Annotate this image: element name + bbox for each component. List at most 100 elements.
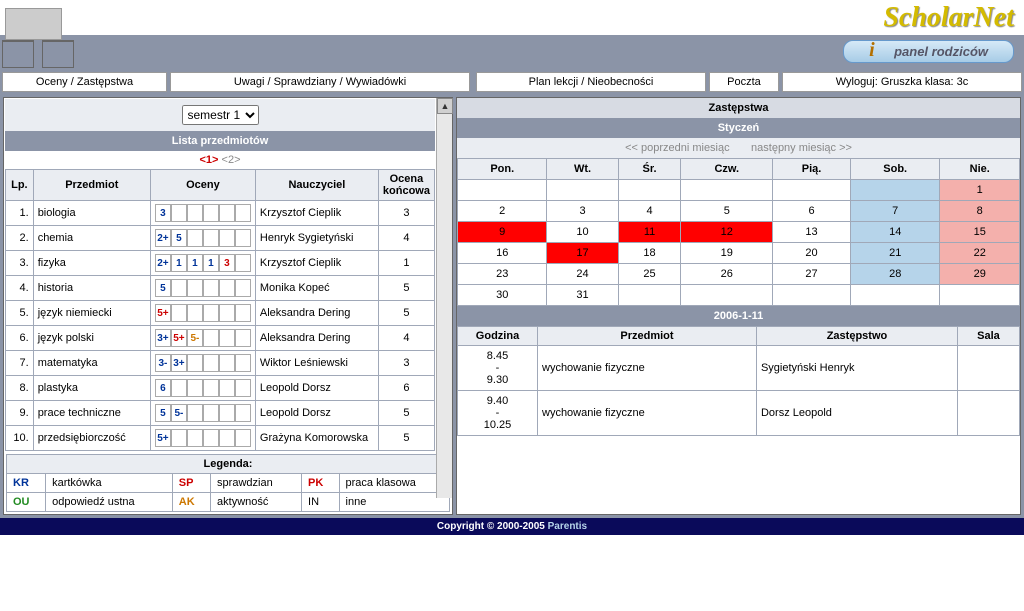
- grade-box[interactable]: 3: [155, 204, 171, 222]
- grade-box[interactable]: [203, 404, 219, 422]
- cal-day[interactable]: 12: [681, 222, 773, 243]
- grade-box[interactable]: [187, 354, 203, 372]
- nav-mail[interactable]: Poczta: [709, 72, 779, 92]
- grade-box[interactable]: [171, 429, 187, 447]
- grade-box[interactable]: [219, 354, 235, 372]
- cal-day[interactable]: 7: [850, 201, 939, 222]
- cal-day[interactable]: 10: [547, 222, 618, 243]
- grade-box[interactable]: [203, 304, 219, 322]
- prev-month[interactable]: << poprzedni miesiąc: [625, 142, 730, 154]
- grade-box[interactable]: [203, 229, 219, 247]
- grade-box[interactable]: [219, 229, 235, 247]
- grade-box[interactable]: [203, 329, 219, 347]
- nav-logout[interactable]: Wyloguj: Gruszka klasa: 3c: [782, 72, 1022, 92]
- grade-box[interactable]: [187, 404, 203, 422]
- cal-day[interactable]: 1: [940, 180, 1020, 201]
- grade-box[interactable]: [219, 404, 235, 422]
- grade-box[interactable]: [203, 204, 219, 222]
- grade-box[interactable]: [187, 279, 203, 297]
- nav-plan[interactable]: Plan lekcji / Nieobecności: [476, 72, 706, 92]
- nav-grades[interactable]: Oceny / Zastępstwa: [2, 72, 167, 92]
- grade-box[interactable]: [235, 379, 251, 397]
- cal-day[interactable]: 11: [618, 222, 681, 243]
- cal-day[interactable]: 27: [773, 264, 851, 285]
- grade-box[interactable]: [235, 329, 251, 347]
- grade-box[interactable]: 5: [171, 229, 187, 247]
- grade-box[interactable]: [203, 429, 219, 447]
- grade-box[interactable]: 5: [155, 279, 171, 297]
- grade-box[interactable]: [203, 379, 219, 397]
- cal-day[interactable]: 23: [458, 264, 547, 285]
- nav-notes[interactable]: Uwagi / Sprawdziany / Wywiadówki: [170, 72, 470, 92]
- grade-box[interactable]: 5+: [155, 304, 171, 322]
- grade-box[interactable]: [235, 254, 251, 272]
- grade-box[interactable]: [235, 404, 251, 422]
- cal-day[interactable]: 26: [681, 264, 773, 285]
- grade-box[interactable]: 2+: [155, 254, 171, 272]
- grade-box[interactable]: 5+: [155, 429, 171, 447]
- grade-box[interactable]: [235, 204, 251, 222]
- cal-day[interactable]: 13: [773, 222, 851, 243]
- cal-day[interactable]: 4: [618, 201, 681, 222]
- grade-box[interactable]: [203, 279, 219, 297]
- grade-box[interactable]: [187, 204, 203, 222]
- grade-box[interactable]: [171, 279, 187, 297]
- grade-box[interactable]: [235, 429, 251, 447]
- cal-day[interactable]: 5: [681, 201, 773, 222]
- cal-day[interactable]: 3: [547, 201, 618, 222]
- cal-day[interactable]: 20: [773, 243, 851, 264]
- cal-day[interactable]: 29: [940, 264, 1020, 285]
- cal-day[interactable]: 16: [458, 243, 547, 264]
- grade-box[interactable]: [187, 379, 203, 397]
- grade-box[interactable]: [219, 429, 235, 447]
- cal-day[interactable]: 30: [458, 285, 547, 306]
- grade-box[interactable]: 6: [155, 379, 171, 397]
- cal-day[interactable]: 17: [547, 243, 618, 264]
- grade-box[interactable]: [219, 379, 235, 397]
- grade-box[interactable]: [235, 304, 251, 322]
- grade-box[interactable]: [235, 354, 251, 372]
- grade-box[interactable]: [171, 304, 187, 322]
- grade-box[interactable]: 5+: [171, 329, 187, 347]
- grade-box[interactable]: 3-: [155, 354, 171, 372]
- cal-day[interactable]: 14: [850, 222, 939, 243]
- next-month[interactable]: następny miesiąc >>: [751, 142, 852, 154]
- grade-box[interactable]: [171, 204, 187, 222]
- grade-box[interactable]: [187, 304, 203, 322]
- cal-day[interactable]: 6: [773, 201, 851, 222]
- grade-box[interactable]: 5: [155, 404, 171, 422]
- pager-2[interactable]: <2>: [222, 154, 241, 166]
- grade-box[interactable]: 5-: [187, 329, 203, 347]
- grade-box[interactable]: 1: [187, 254, 203, 272]
- cal-day[interactable]: 21: [850, 243, 939, 264]
- cal-day[interactable]: 24: [547, 264, 618, 285]
- grade-box[interactable]: 3: [219, 254, 235, 272]
- cal-day[interactable]: 28: [850, 264, 939, 285]
- grade-box[interactable]: [219, 279, 235, 297]
- cal-day[interactable]: 19: [681, 243, 773, 264]
- grade-box[interactable]: 1: [171, 254, 187, 272]
- grade-box[interactable]: 5-: [171, 404, 187, 422]
- grade-box[interactable]: [171, 379, 187, 397]
- footer-link[interactable]: Parentis: [548, 521, 587, 532]
- grade-box[interactable]: 3+: [155, 329, 171, 347]
- grade-box[interactable]: [187, 429, 203, 447]
- grade-box[interactable]: 2+: [155, 229, 171, 247]
- cal-day[interactable]: 15: [940, 222, 1020, 243]
- grade-box[interactable]: [203, 354, 219, 372]
- grade-box[interactable]: [219, 304, 235, 322]
- grade-box[interactable]: [219, 329, 235, 347]
- cal-day[interactable]: 18: [618, 243, 681, 264]
- cal-day[interactable]: 2: [458, 201, 547, 222]
- grade-box[interactable]: 1: [203, 254, 219, 272]
- cal-day[interactable]: 8: [940, 201, 1020, 222]
- scroll-up-icon[interactable]: ▲: [437, 98, 453, 114]
- cal-day[interactable]: 25: [618, 264, 681, 285]
- grade-box[interactable]: [219, 204, 235, 222]
- grade-box[interactable]: 3+: [171, 354, 187, 372]
- cal-day[interactable]: 9: [458, 222, 547, 243]
- grade-box[interactable]: [235, 279, 251, 297]
- cal-day[interactable]: 22: [940, 243, 1020, 264]
- scrollbar[interactable]: ▲: [436, 98, 452, 498]
- semester-select[interactable]: semestr 1: [182, 105, 259, 125]
